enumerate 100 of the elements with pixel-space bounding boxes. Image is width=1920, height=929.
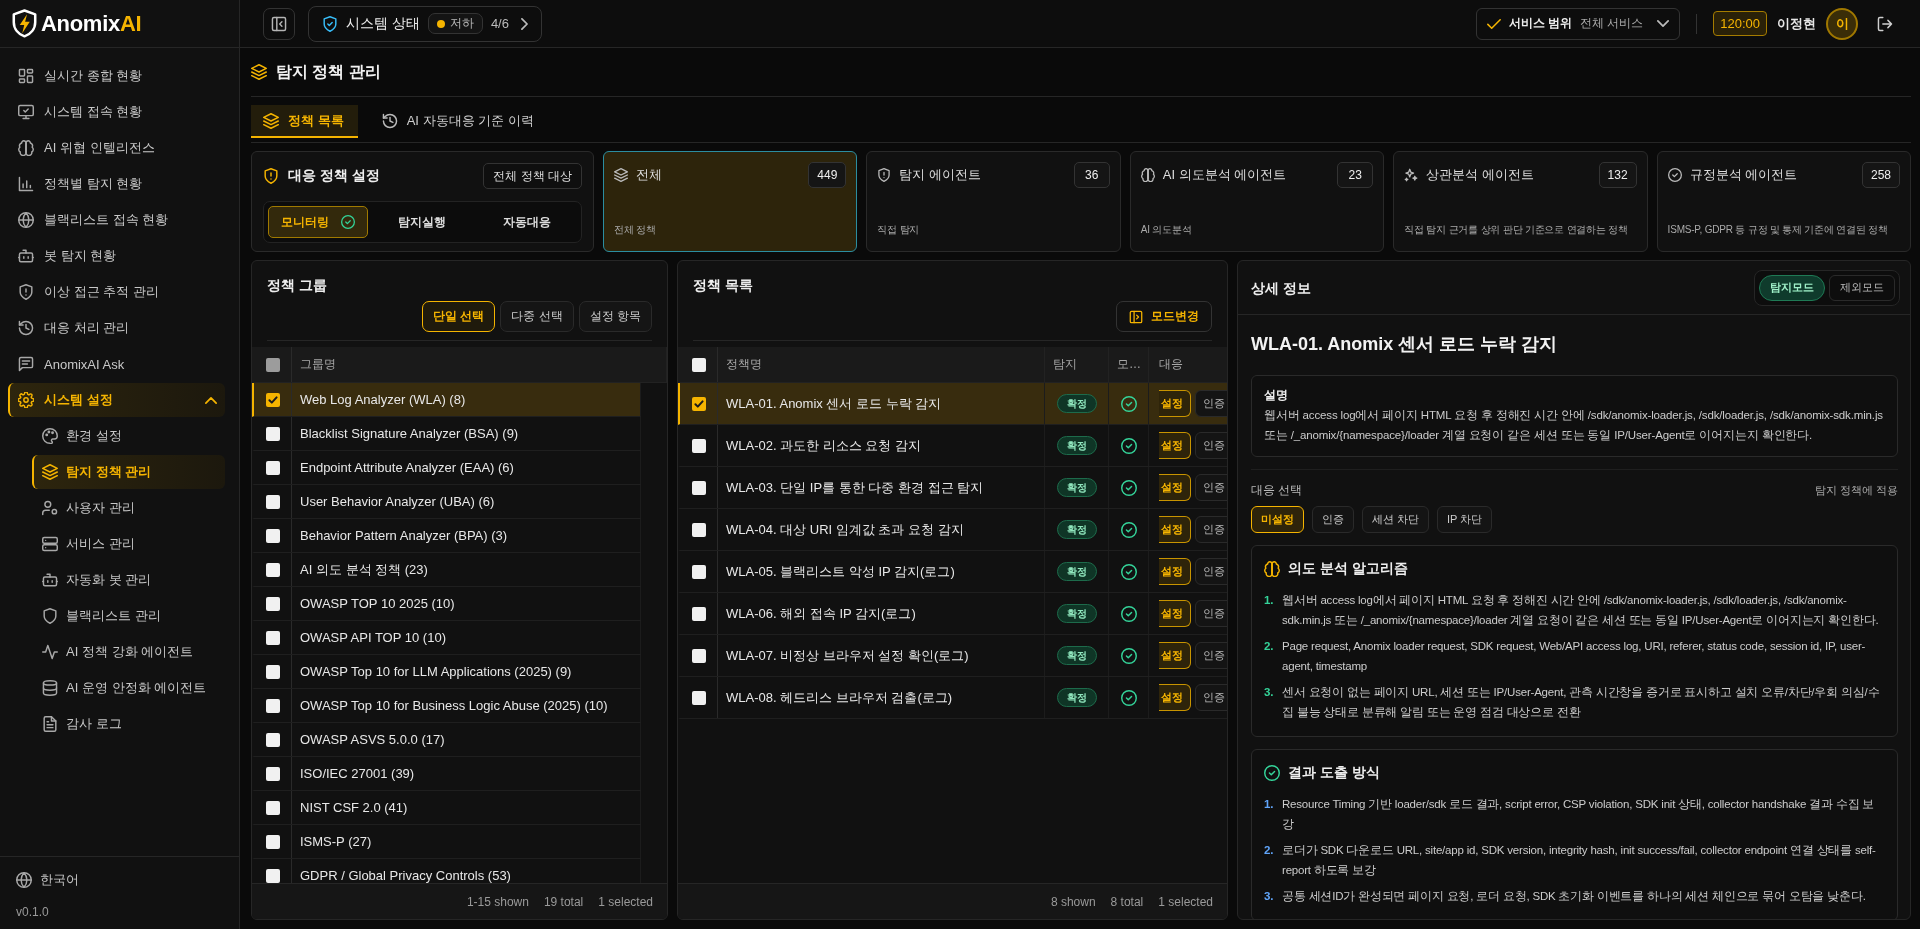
row-checkbox[interactable] (265, 528, 280, 543)
row-checkbox[interactable] (265, 494, 280, 509)
table-row[interactable]: ISO/IEC 27001 (39) (252, 757, 641, 791)
nav-item[interactable]: 시스템 설정 (8, 383, 225, 417)
stat-card[interactable]: 탐지 에이전트 36 직접 탐지 (866, 151, 1121, 252)
table-row[interactable]: AI 의도 분석 정책 (23) (252, 553, 641, 587)
selection-mode-button[interactable]: 설정 항목 (578, 301, 652, 332)
response-option-button[interactable]: 설정 (1159, 432, 1191, 459)
response-option-button[interactable]: 세션 차단 (1362, 506, 1430, 533)
nav-item[interactable]: 실시간 종합 현황 (8, 59, 225, 93)
logout-button[interactable] (1876, 14, 1894, 33)
nav-item[interactable]: 시스템 접속 현황 (8, 95, 225, 129)
table-row[interactable]: WLA-06. 해외 접속 IP 감지(로그) 확정 설정 인증 (678, 593, 1227, 635)
response-option-button[interactable]: 인증 (1195, 684, 1227, 711)
row-checkbox[interactable] (691, 648, 706, 663)
row-checkbox[interactable] (691, 690, 706, 705)
nav-item[interactable]: 봇 탐지 현황 (8, 239, 225, 273)
table-row[interactable]: OWASP Top 10 for Business Logic Abuse (2025) (10) (252, 689, 641, 723)
table-row[interactable]: WLA-01. Anomix 센서 로드 누락 감지 확정 설정 인증 (678, 383, 1227, 425)
stat-card[interactable]: AI 의도분석 에이전트 23 AI 의도분석 (1129, 151, 1385, 252)
row-checkbox[interactable] (265, 698, 280, 713)
response-option-button[interactable]: 미설정 (1251, 506, 1304, 533)
mode-button[interactable]: 제외모드 (1829, 274, 1895, 301)
row-checkbox[interactable] (265, 766, 280, 781)
table-row[interactable]: OWASP Top 10 for LLM Applications (2025) (9) (252, 655, 641, 689)
row-checkbox[interactable] (265, 732, 280, 747)
service-scope-dropdown[interactable]: 서비스 범위 전체 서비스 (1475, 7, 1681, 40)
table-row[interactable]: OWASP API TOP 10 (10) (252, 621, 641, 655)
mode-option[interactable]: 자동대응 (476, 206, 577, 238)
row-checkbox[interactable] (265, 630, 280, 645)
row-checkbox[interactable] (265, 460, 280, 475)
table-row[interactable]: WLA-03. 단일 IP를 통한 다중 환경 접근 탐지 확정 설정 인증 (678, 467, 1227, 509)
tab[interactable]: AI 자동대응 기준 이력 (369, 105, 548, 138)
nav-item[interactable]: 블랙리스트 접속 현황 (8, 203, 225, 237)
nav-item[interactable]: 자동화 봇 관리 (32, 563, 225, 597)
tab[interactable]: 정책 목록 (251, 105, 358, 138)
row-checkbox[interactable] (265, 392, 280, 407)
nav-item[interactable]: AI 위협 인텔리전스 (8, 131, 225, 165)
selection-mode-button[interactable]: 다중 선택 (500, 301, 574, 332)
nav-item[interactable]: 탐지 정책 관리 (32, 455, 225, 489)
row-checkbox[interactable] (691, 564, 706, 579)
mode-option[interactable]: 모니터링 (268, 206, 369, 238)
system-status-button[interactable]: 시스템 상태 저하 4/6 (308, 5, 542, 42)
row-checkbox[interactable] (265, 800, 280, 815)
response-option-button[interactable]: 인증 (1195, 516, 1227, 543)
table-row[interactable]: WLA-05. 블랙리스트 악성 IP 감지(로그) 확정 설정 인증 (678, 551, 1227, 593)
nav-item[interactable]: 블랙리스트 관리 (32, 599, 225, 633)
nav-item[interactable]: 사용자 관리 (32, 491, 225, 525)
response-option-button[interactable]: 인증 (1195, 474, 1227, 501)
mode-change-button[interactable]: 모드변경 (1116, 301, 1212, 332)
row-checkbox[interactable] (265, 426, 280, 441)
sidebar-toggle-button[interactable] (263, 7, 295, 40)
table-row[interactable]: WLA-07. 비정상 브라우저 설정 확인(로그) 확정 설정 인증 (678, 635, 1227, 677)
response-option-button[interactable]: 설정 (1159, 600, 1191, 627)
response-option-button[interactable]: 설정 (1159, 684, 1191, 711)
nav-item[interactable]: AnomixAI Ask (8, 347, 225, 381)
stat-card[interactable]: 규정분석 에이전트 258 ISMS-P, GDPR 등 규정 및 통제 기준에 연결된 정책 (1656, 151, 1911, 252)
mode-option[interactable]: 탐지실행 (372, 206, 473, 238)
select-all-checkbox[interactable] (691, 357, 706, 372)
table-row[interactable]: WLA-02. 과도한 리소스 요청 감지 확정 설정 인증 (678, 425, 1227, 467)
row-checkbox[interactable] (265, 834, 280, 849)
table-row[interactable]: Web Log Analyzer (WLA) (8) (252, 383, 641, 417)
table-row[interactable]: OWASP ASVS 5.0.0 (17) (252, 723, 641, 757)
table-row[interactable]: Endpoint Attribute Analyzer (EAA) (6) (252, 451, 641, 485)
stat-card[interactable]: 전체 449 전체 정책 (603, 151, 858, 252)
response-option-button[interactable]: 인증 (1195, 642, 1227, 669)
row-checkbox[interactable] (265, 868, 280, 883)
table-row[interactable]: ISMS-P (27) (252, 825, 641, 859)
nav-item[interactable]: AI 정책 강화 에이전트 (32, 635, 225, 669)
response-option-button[interactable]: 인증 (1195, 600, 1227, 627)
response-option-button[interactable]: 인증 (1312, 506, 1354, 533)
response-option-button[interactable]: 인증 (1195, 558, 1227, 585)
policy-scope-button[interactable]: 전체 정책 대상 (483, 163, 582, 189)
row-checkbox[interactable] (691, 606, 706, 621)
mode-button[interactable]: 탐지모드 (1759, 274, 1825, 301)
nav-item[interactable]: 서비스 관리 (32, 527, 225, 561)
response-option-button[interactable]: 설정 (1159, 558, 1191, 585)
row-checkbox[interactable] (265, 664, 280, 679)
row-checkbox[interactable] (265, 596, 280, 611)
nav-item[interactable]: 이상 접근 추적 관리 (8, 275, 225, 309)
response-option-button[interactable]: 설정 (1159, 390, 1191, 417)
response-option-button[interactable]: IP 차단 (1437, 506, 1493, 533)
response-option-button[interactable]: 설정 (1159, 516, 1191, 543)
nav-item[interactable]: 정책별 탐지 현황 (8, 167, 225, 201)
language-button[interactable]: 한국어 (16, 869, 79, 891)
table-row[interactable]: OWASP TOP 10 2025 (10) (252, 587, 641, 621)
table-row[interactable]: User Behavior Analyzer (UBA) (6) (252, 485, 641, 519)
response-option-button[interactable]: 인증 (1195, 432, 1227, 459)
nav-item[interactable]: 감사 로그 (32, 707, 225, 741)
table-row[interactable]: Behavior Pattern Analyzer (BPA) (3) (252, 519, 641, 553)
response-option-button[interactable]: 설정 (1159, 474, 1191, 501)
nav-item[interactable]: AI 운영 안정화 에이전트 (32, 671, 225, 705)
row-checkbox[interactable] (265, 562, 280, 577)
selection-mode-button[interactable]: 단일 선택 (421, 301, 496, 332)
table-row[interactable]: NIST CSF 2.0 (41) (252, 791, 641, 825)
row-checkbox[interactable] (691, 480, 706, 495)
stat-card[interactable]: 상관분석 에이전트 132 직접 탐지 근거를 상위 판단 기준으로 연결하는 정책 (1393, 151, 1648, 252)
response-option-button[interactable]: 설정 (1159, 642, 1191, 669)
table-row[interactable]: WLA-08. 헤드리스 브라우저 검출(로그) 확정 설정 인증 (678, 677, 1227, 719)
table-row[interactable]: WLA-04. 대상 URI 임계값 초과 요청 감지 확정 설정 인증 (678, 509, 1227, 551)
